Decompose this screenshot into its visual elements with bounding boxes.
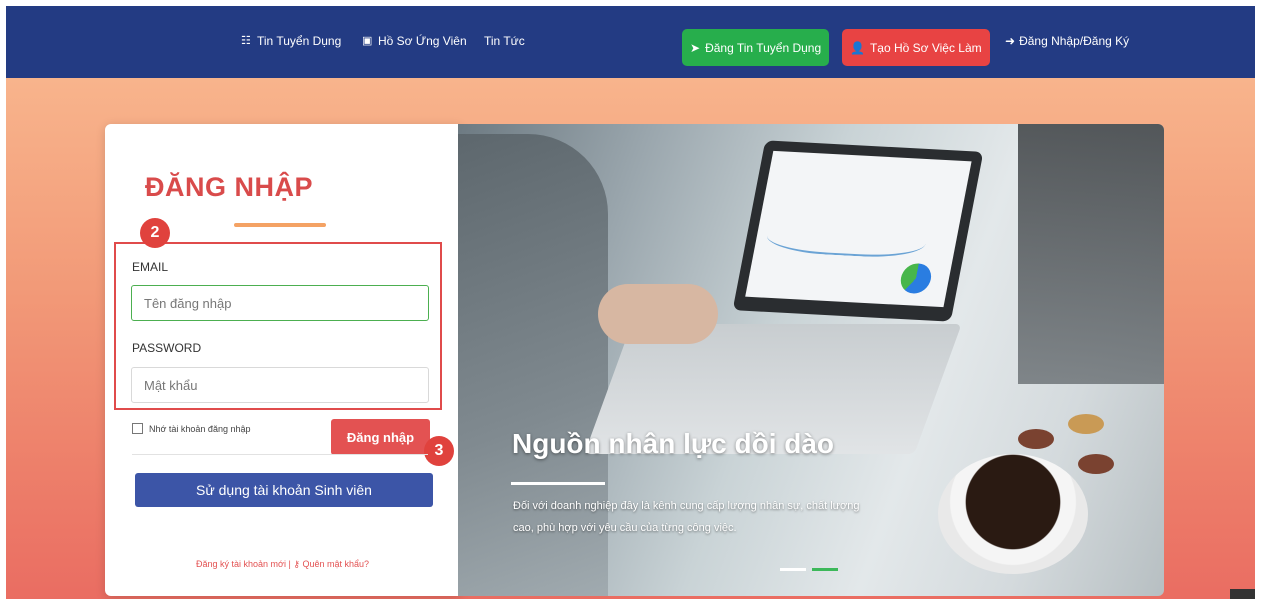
login-button[interactable]: Đăng nhập — [331, 419, 430, 455]
password-label: PASSWORD — [132, 341, 202, 355]
password-input[interactable] — [131, 367, 429, 403]
nav-jobs-label: Tin Tuyển Dụng — [257, 34, 342, 48]
coffee-cup-shape — [938, 454, 1088, 574]
post-job-label: Đăng Tin Tuyển Dụng — [705, 40, 822, 55]
create-profile-button[interactable]: 👤 Tạo Hồ Sơ Việc Làm — [842, 29, 990, 66]
title-underline — [234, 223, 326, 227]
bottom-links: Đăng ký tài khoản mới | ⚷ Quên mật khẩu? — [105, 559, 460, 570]
key-icon: ⚷ — [293, 559, 300, 569]
scroll-top-button[interactable] — [1230, 589, 1255, 599]
user-plus-icon: 👤 — [850, 40, 865, 55]
sign-in-icon: ➜ — [1005, 34, 1016, 48]
nav-news-link[interactable]: Tin Tức — [484, 34, 525, 48]
forgot-password-link[interactable]: Quên mật khẩu? — [302, 559, 369, 569]
nav-candidates-label: Hồ Sơ Ứng Viên — [378, 34, 467, 48]
login-register-link[interactable]: ➜ Đăng Nhập/Đăng Ký — [1005, 34, 1129, 48]
carousel-dot[interactable] — [780, 568, 806, 571]
login-register-label: Đăng Nhập/Đăng Ký — [1019, 34, 1130, 48]
list-icon: ☷ — [241, 35, 251, 47]
laptop-screen-shape — [732, 140, 984, 322]
step-3-badge: 3 — [424, 436, 454, 466]
cookie-shape — [1018, 429, 1054, 449]
top-navbar: ☷ Tin Tuyển Dụng ▣ Hồ Sơ Ứng Viên Tin Tứ… — [6, 6, 1255, 78]
email-label: EMAIL — [132, 260, 169, 274]
hand-shape — [598, 284, 718, 344]
student-account-button[interactable]: Sử dụng tài khoản Sinh viên — [135, 473, 433, 507]
remember-me[interactable]: Nhớ tài khoản đăng nhập — [132, 423, 250, 434]
hero-rule — [511, 482, 605, 485]
carousel-dots — [780, 568, 838, 571]
divider — [132, 454, 428, 455]
link-separator: | — [288, 559, 291, 569]
login-title: ĐĂNG NHẬP — [144, 172, 313, 202]
paper-plane-icon: ➤ — [690, 40, 701, 55]
window-shape — [1018, 124, 1164, 384]
remember-checkbox[interactable] — [132, 423, 143, 434]
id-card-icon: ▣ — [362, 35, 373, 47]
carousel-dot-active[interactable] — [812, 568, 838, 571]
hero-heading: Nguồn nhân lực dồi dào — [512, 428, 835, 459]
cookie-shape — [1068, 414, 1104, 434]
nav-jobs-link[interactable]: ☷ Tin Tuyển Dụng — [241, 34, 341, 48]
email-input[interactable] — [131, 285, 429, 321]
pie-chart-icon — [898, 262, 934, 295]
register-link[interactable]: Đăng ký tài khoản mới — [196, 559, 286, 569]
nav-news-label: Tin Tức — [484, 34, 525, 48]
hero-text: Đối với doanh nghiệp đây là kênh cung cấ… — [513, 500, 860, 534]
nav-candidates-link[interactable]: ▣ Hồ Sơ Ứng Viên — [362, 34, 467, 48]
create-profile-label: Tạo Hồ Sơ Việc Làm — [869, 40, 982, 55]
step-2-badge: 2 — [140, 218, 170, 248]
cookie-shape — [1078, 454, 1114, 474]
remember-label: Nhớ tài khoản đăng nhập — [149, 423, 251, 434]
post-job-button[interactable]: ➤ Đăng Tin Tuyển Dụng — [682, 29, 830, 66]
